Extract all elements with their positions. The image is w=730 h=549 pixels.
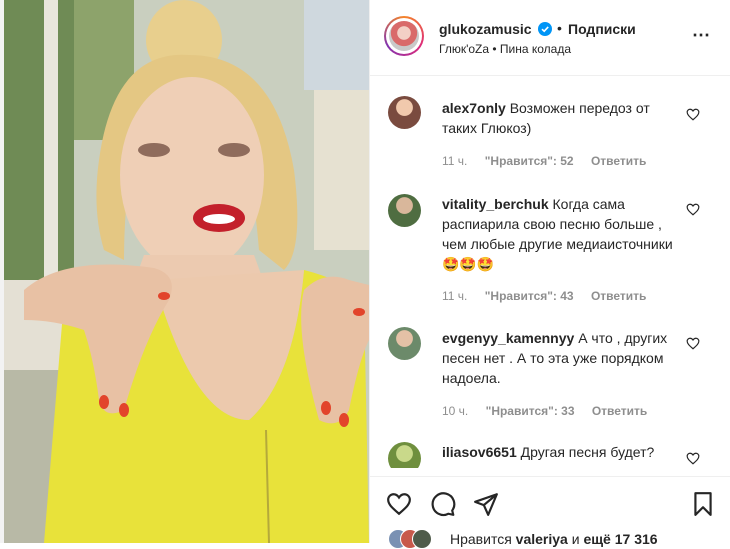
comment-username[interactable]: evgenyy_kamennyy [442,330,574,346]
post-actions-bar: Нравится valeriya и ещё 17 316 [370,476,730,549]
audio-attribution[interactable]: Глюк'oZa • Пина колада [439,42,571,56]
comment-avatar[interactable] [388,194,421,227]
comment-text: evgenyy_kamennyy А что , других песен не… [442,328,677,388]
comment-avatar[interactable] [388,327,421,360]
comments-list[interactable]: alex7only Возможен передоз от таких Глюк… [370,76,730,468]
post-header: glukozamusic • Подписки Глюк'oZa • Пина … [370,0,730,76]
liker-avatar [412,529,432,549]
comment-avatar[interactable] [388,96,421,129]
author-username[interactable]: glukozamusic [439,21,532,37]
video-frame-illustration [4,0,369,543]
comment-text: iliasov6651 Другая песня будет? [442,442,677,462]
comment-meta: 11 ч. "Нравится": 52 Ответить [442,154,660,168]
comment-username[interactable]: vitality_berchuk [442,196,549,212]
reply-button[interactable]: Ответить [591,289,646,303]
comment-time[interactable]: 11 ч. [442,289,467,303]
comment-likes[interactable]: "Нравится": 43 [485,289,574,303]
verified-badge-icon [538,22,552,36]
likes-user[interactable]: valeriya [516,531,568,547]
header-separator: • [557,20,562,36]
comment-icon[interactable] [430,491,456,517]
author-avatar[interactable] [384,16,424,56]
post-video[interactable] [4,0,369,543]
comment-text: alex7only Возможен передоз от таких Глюк… [442,98,677,138]
likes-suffix: и [571,531,580,547]
save-bookmark-icon[interactable] [690,491,716,517]
like-comment-heart-icon[interactable] [686,452,700,465]
reply-button[interactable]: Ответить [592,404,647,418]
more-options-icon[interactable]: ⋯ [692,25,711,46]
following-button[interactable]: Подписки [568,21,636,37]
like-heart-icon[interactable] [386,491,412,517]
like-comment-heart-icon[interactable] [686,337,700,350]
comment-time[interactable]: 10 ч. [442,404,468,418]
like-comment-heart-icon[interactable] [686,108,700,121]
comment-likes[interactable]: "Нравится": 52 [485,154,574,168]
comment-body: Другая песня будет? [520,444,655,460]
reply-button[interactable]: Ответить [591,154,646,168]
comment-time[interactable]: 11 ч. [442,154,467,168]
likes-count-text[interactable]: Нравится valeriya и ещё 17 316 [450,531,658,547]
comment-text: vitality_berchuk Когда сама распиарила с… [442,194,677,274]
like-comment-heart-icon[interactable] [686,203,700,216]
post-side-panel: glukozamusic • Подписки Глюк'oZa • Пина … [369,0,730,549]
likes-count[interactable]: ещё 17 316 [583,531,657,547]
comment-username[interactable]: iliasov6651 [442,444,517,460]
share-icon[interactable] [473,491,499,517]
comment-likes[interactable]: "Нравится": 33 [486,404,575,418]
comment-meta: 10 ч. "Нравится": 33 Ответить [442,404,661,418]
comment-avatar[interactable] [388,442,421,468]
likes-prefix: Нравится [450,531,512,547]
comment-username[interactable]: alex7only [442,100,506,116]
comment-meta: 11 ч. "Нравится": 43 Ответить [442,289,660,303]
